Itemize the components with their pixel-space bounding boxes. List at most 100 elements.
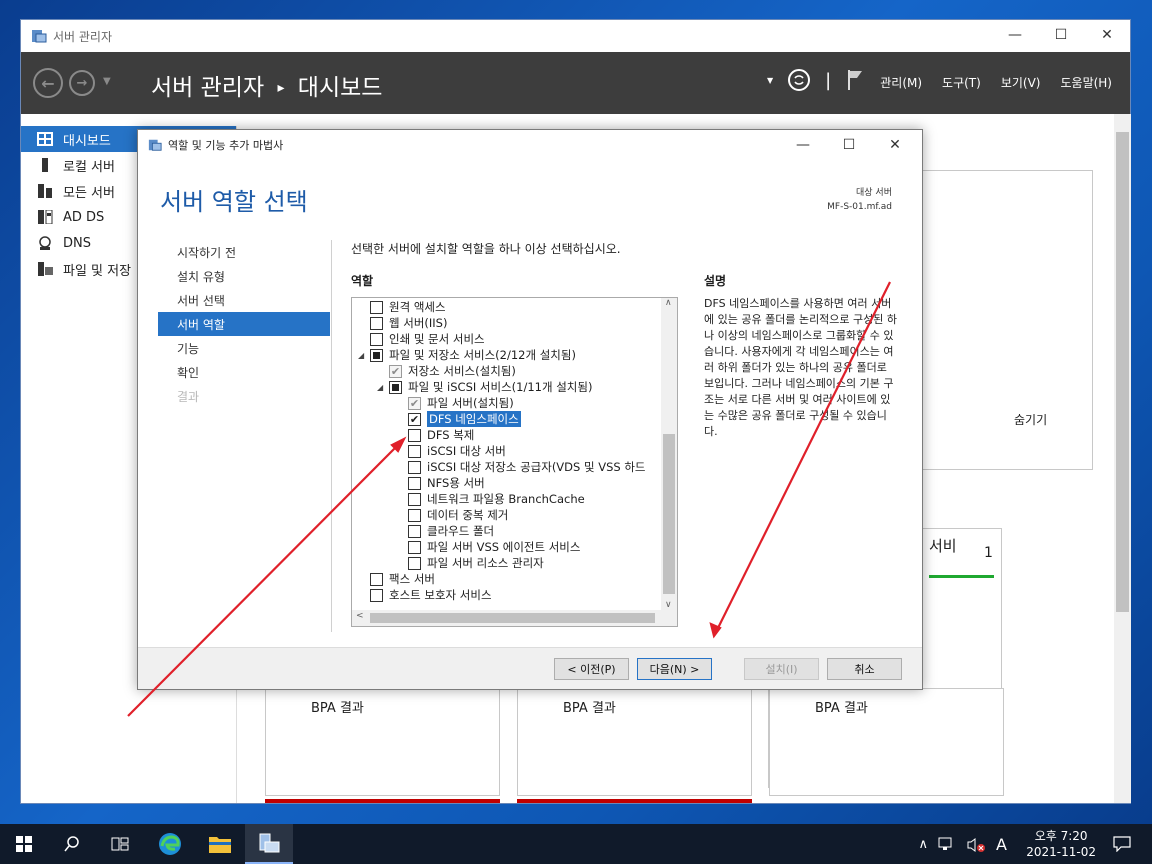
hide-link[interactable]: 숨기기	[1014, 411, 1047, 428]
maximize-button[interactable]: ☐	[1038, 20, 1084, 50]
role-item[interactable]: iSCSI 대상 저장소 공급자(VDS 및 VSS 하드	[396, 459, 646, 475]
step-server-roles[interactable]: 서버 역할	[158, 312, 330, 336]
menu-help[interactable]: 도움말(H)	[1060, 74, 1112, 91]
step-confirmation[interactable]: 확인	[158, 360, 330, 384]
menu-manage[interactable]: 관리(M)	[880, 74, 922, 91]
dialog-title: 역할 및 기능 추가 마법사	[168, 139, 284, 152]
role-checkbox[interactable]: ✔	[408, 412, 421, 426]
role-label: 파일 서버(설치됨)	[427, 396, 514, 410]
close-button[interactable]: ✕	[1084, 20, 1130, 50]
bpa-card[interactable]: BPA 결과	[265, 688, 500, 796]
role-item[interactable]: 인쇄 및 문서 서비스	[358, 331, 485, 347]
bpa-card[interactable]: BPA 결과	[769, 688, 1004, 796]
dropdown-icon[interactable]: ▼	[767, 76, 773, 85]
dialog-close-button[interactable]: ✕	[872, 130, 918, 160]
ime-indicator[interactable]: A	[996, 835, 1007, 854]
role-item[interactable]: 원격 액세스	[358, 299, 446, 315]
step-features[interactable]: 기능	[158, 336, 330, 360]
role-checkbox[interactable]	[408, 460, 421, 474]
role-checkbox[interactable]	[408, 428, 421, 442]
role-item[interactable]: ◢ 파일 및 iSCSI 서비스(1/11개 설치됨)	[377, 379, 592, 395]
edge-button[interactable]	[146, 824, 194, 864]
window-title: 서버 관리자	[53, 29, 113, 44]
role-checkbox[interactable]	[408, 556, 421, 570]
role-checkbox[interactable]	[370, 300, 383, 314]
role-item[interactable]: 파일 서버 리소스 관리자	[396, 555, 544, 571]
scroll-down-icon[interactable]: ∨	[665, 600, 672, 610]
role-item[interactable]: 네트워크 파일용 BranchCache	[396, 491, 585, 507]
minimize-button[interactable]: —	[992, 20, 1038, 50]
role-checkbox[interactable]	[370, 332, 383, 346]
role-checkbox[interactable]	[408, 492, 421, 506]
dialog-maximize-button[interactable]: ☐	[826, 130, 872, 160]
role-item[interactable]: ✔ DFS 네임스페이스	[396, 411, 521, 427]
volume-muted-icon[interactable]	[966, 837, 986, 853]
role-item[interactable]: DFS 복제	[396, 427, 474, 443]
sidebar-item-label: DNS	[63, 235, 91, 251]
role-checkbox[interactable]	[389, 380, 402, 394]
step-before-you-begin[interactable]: 시작하기 전	[158, 240, 330, 264]
bpa-label: BPA 결과	[563, 701, 616, 716]
task-view-button[interactable]	[96, 824, 144, 864]
role-checkbox[interactable]	[408, 476, 421, 490]
role-label: 파일 서버 리소스 관리자	[427, 556, 544, 570]
role-label: iSCSI 대상 서버	[427, 444, 506, 458]
previous-button[interactable]: < 이전(P)	[554, 658, 629, 680]
role-checkbox[interactable]	[370, 348, 383, 362]
step-installation-type[interactable]: 설치 유형	[158, 264, 330, 288]
role-item[interactable]: ◢ 파일 및 저장소 서비스(2/12개 설치됨)	[358, 347, 576, 363]
role-item[interactable]: 데이터 중복 제거	[396, 507, 508, 523]
header-divider: |	[825, 69, 832, 91]
tray-chevron-icon[interactable]: ∧	[919, 837, 929, 852]
role-item[interactable]: 호스트 보호자 서비스	[358, 587, 492, 603]
server-manager-icon	[259, 833, 280, 853]
role-item[interactable]: iSCSI 대상 서버	[396, 443, 506, 459]
next-button[interactable]: 다음(N) >	[637, 658, 712, 680]
roles-tree-hscrollbar[interactable]: <	[352, 610, 677, 626]
role-item[interactable]: ✔ 파일 서버(설치됨)	[396, 395, 514, 411]
cancel-button[interactable]: 취소	[827, 658, 902, 680]
role-checkbox[interactable]	[408, 524, 421, 538]
bpa-card[interactable]: BPA 결과	[517, 688, 752, 796]
role-label: DFS 복제	[427, 428, 475, 442]
search-button[interactable]	[48, 824, 96, 864]
expander-icon[interactable]: ◢	[358, 351, 370, 360]
taskbar-clock[interactable]: 오후 7:20 2021-11-02	[1026, 828, 1096, 860]
role-item[interactable]: ✔ 저장소 서비스(설치됨)	[377, 363, 516, 379]
notification-button[interactable]	[1098, 824, 1146, 864]
role-item[interactable]: 팩스 서버	[358, 571, 435, 587]
roles-tree-vscrollbar[interactable]: ∧ ∨	[661, 298, 677, 610]
role-item[interactable]: 클라우드 폴더	[396, 523, 494, 539]
search-icon	[64, 836, 79, 852]
menu-tools[interactable]: 도구(T)	[942, 74, 981, 91]
forward-button[interactable]: →	[69, 70, 95, 96]
role-checkbox[interactable]	[370, 588, 383, 602]
refresh-icon[interactable]	[787, 68, 811, 92]
main-scrollbar[interactable]	[1114, 114, 1131, 803]
scroll-left-icon[interactable]: <	[356, 611, 364, 621]
history-dropdown-icon[interactable]: ▼	[103, 76, 111, 87]
role-checkbox[interactable]	[408, 444, 421, 458]
install-button: 설치(I)	[744, 658, 819, 680]
file-explorer-button[interactable]	[196, 824, 244, 864]
step-server-selection[interactable]: 서버 선택	[158, 288, 330, 312]
roles-tree-vscroll-thumb[interactable]	[663, 434, 675, 594]
role-checkbox[interactable]	[370, 572, 383, 586]
back-button[interactable]: ←	[33, 68, 63, 98]
menu-view[interactable]: 보기(V)	[1001, 74, 1041, 91]
role-checkbox[interactable]	[370, 316, 383, 330]
scroll-up-icon[interactable]: ∧	[665, 298, 672, 308]
role-item[interactable]: 웹 서버(IIS)	[358, 315, 447, 331]
role-item[interactable]: NFS용 서버	[396, 475, 485, 491]
network-icon[interactable]	[938, 837, 956, 853]
start-button[interactable]	[0, 824, 48, 864]
server-manager-taskbar-button[interactable]	[245, 824, 293, 864]
dialog-minimize-button[interactable]: —	[780, 130, 826, 160]
role-checkbox[interactable]	[408, 508, 421, 522]
expander-icon[interactable]: ◢	[377, 383, 389, 392]
role-checkbox[interactable]	[408, 540, 421, 554]
roles-tree-hscroll-thumb[interactable]	[370, 613, 655, 623]
roles-tree[interactable]: 원격 액세스 웹 서버(IIS) 인쇄 및 문서 서비스 ◢ 파일 및 저장소 서비스(…	[351, 297, 678, 627]
role-item[interactable]: 파일 서버 VSS 에이전트 서비스	[396, 539, 580, 555]
bpa-label: BPA 결과	[311, 701, 364, 716]
